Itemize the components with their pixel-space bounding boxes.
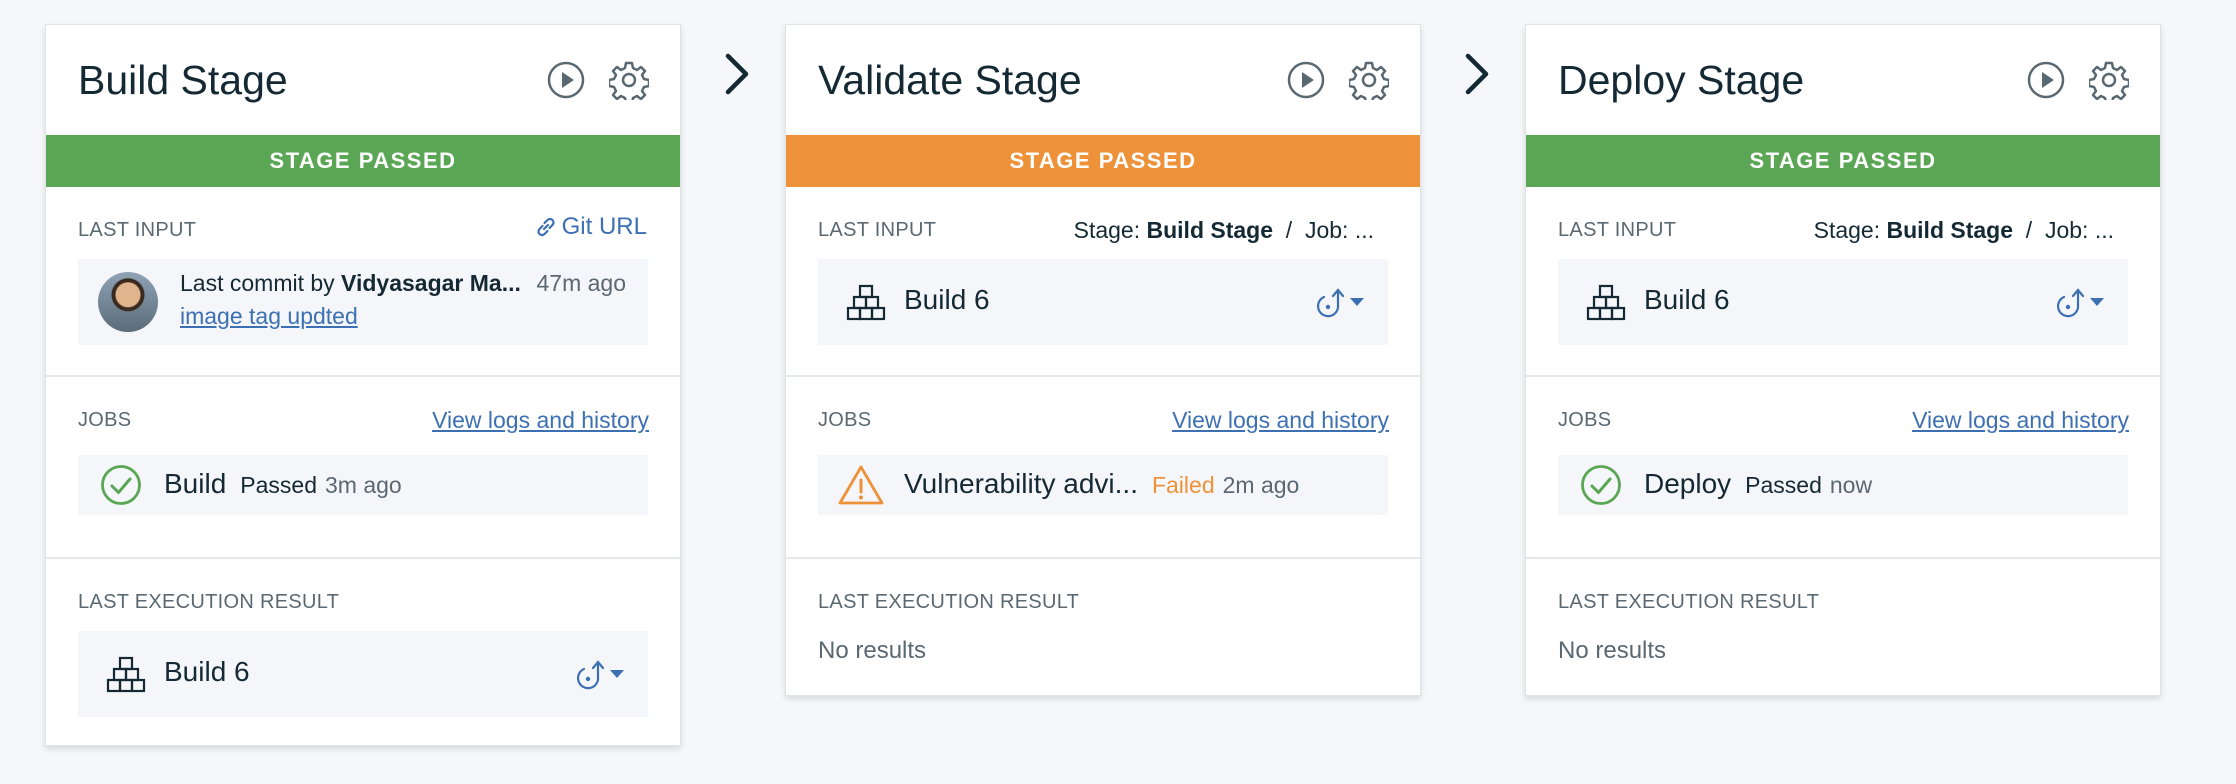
caret-down-icon xyxy=(610,670,624,678)
no-results-text: No results xyxy=(1558,637,1667,664)
view-logs-link[interactable]: View logs and history xyxy=(1172,407,1389,434)
job-info: Deploy Passed now xyxy=(1644,468,1872,500)
stage-card-deploy: Deploy Stage STAGE PASSED LAST INPUT Sta… xyxy=(1525,24,2161,696)
view-logs-link[interactable]: View logs and history xyxy=(1912,407,2129,434)
job-status: Failed xyxy=(1151,472,1215,498)
caret-down-icon xyxy=(2090,298,2104,306)
stage-status-bar: STAGE PASSED xyxy=(46,135,680,187)
play-icon[interactable] xyxy=(2026,60,2066,100)
commit-time: 47m ago xyxy=(536,270,626,296)
git-url-label: Git URL xyxy=(561,213,647,240)
stage-status-bar: STAGE PASSED xyxy=(786,135,1420,187)
last-input-section: LAST INPUT Git URL Last commit by Vidyas… xyxy=(46,187,680,377)
last-execution-label: LAST EXECUTION RESULT xyxy=(1558,591,1820,613)
artifact-name: Build 6 xyxy=(904,284,990,315)
rerun-dropdown[interactable] xyxy=(1314,285,1364,319)
git-url-link[interactable]: Git URL xyxy=(534,213,647,241)
input-stage-prefix: Stage: xyxy=(1813,217,1887,243)
jobs-label: JOBS xyxy=(1558,409,1612,431)
stage-header: Build Stage xyxy=(46,25,680,135)
last-input-label: LAST INPUT xyxy=(78,219,197,241)
job-info: Build Passed 3m ago xyxy=(164,468,402,500)
artifact-name: Build 6 xyxy=(1644,284,1730,315)
input-stage-job: Stage: Build Stage / Job: ... xyxy=(1814,217,2114,244)
input-artifact-box: Build 6 xyxy=(818,259,1388,345)
gear-icon[interactable] xyxy=(2089,60,2129,100)
artifact-name: Build 6 xyxy=(164,656,250,687)
job-status: Passed xyxy=(1745,472,1822,498)
job-row[interactable]: Vulnerability advi... Failed 2m ago xyxy=(818,455,1388,515)
jobs-section: JOBS View logs and history Vulnerability… xyxy=(786,377,1420,559)
caret-down-icon xyxy=(1350,298,1364,306)
jobs-label: JOBS xyxy=(78,409,132,431)
input-stage-name: Build Stage xyxy=(1146,217,1274,243)
check-circle-icon xyxy=(100,464,142,506)
job-name: Build xyxy=(164,468,227,499)
commit-prefix: Last commit by xyxy=(180,270,342,296)
play-icon[interactable] xyxy=(546,60,586,100)
last-input-label: LAST INPUT xyxy=(818,219,937,241)
stage-title: Build Stage xyxy=(78,57,288,103)
commit-message-link[interactable]: image tag updted xyxy=(180,303,358,330)
artifact-icon xyxy=(1586,283,1626,323)
rerun-icon xyxy=(2054,285,2084,319)
rerun-dropdown[interactable] xyxy=(574,657,624,691)
job-status: Passed xyxy=(240,472,317,498)
execution-artifact-box: Build 6 xyxy=(78,631,648,717)
gear-icon[interactable] xyxy=(1349,60,1389,100)
avatar xyxy=(98,272,158,332)
chevron-right-icon xyxy=(722,52,752,96)
gear-icon[interactable] xyxy=(609,60,649,100)
job-time: now xyxy=(1829,472,1873,498)
jobs-section: JOBS View logs and history Deploy Passed n… xyxy=(1526,377,2160,559)
warning-triangle-icon xyxy=(838,464,884,506)
job-time: 3m ago xyxy=(324,472,402,498)
job-row[interactable]: Build Passed 3m ago xyxy=(78,455,648,515)
last-input-section: LAST INPUT Stage: Build Stage / Job: ...… xyxy=(1526,187,2160,377)
last-input-section: LAST INPUT Stage: Build Stage / Job: ...… xyxy=(786,187,1420,377)
input-artifact-box: Build 6 xyxy=(1558,259,2128,345)
job-name: Deploy xyxy=(1644,468,1732,499)
check-circle-icon xyxy=(1580,464,1622,506)
job-row[interactable]: Deploy Passed now xyxy=(1558,455,2128,515)
chevron-right-icon xyxy=(1462,52,1492,96)
link-icon xyxy=(534,215,558,239)
last-execution-section: LAST EXECUTION RESULT No results xyxy=(786,559,1420,699)
stage-header: Deploy Stage xyxy=(1526,25,2160,135)
artifact-icon xyxy=(846,283,886,323)
stage-status-bar: STAGE PASSED xyxy=(1526,135,2160,187)
last-execution-section: LAST EXECUTION RESULT No results xyxy=(1526,559,2160,699)
stage-header: Validate Stage xyxy=(786,25,1420,135)
last-commit-box: Last commit by Vidyasagar Ma... 47m ago … xyxy=(78,259,648,345)
no-results-text: No results xyxy=(818,637,927,664)
play-icon[interactable] xyxy=(1286,60,1326,100)
jobs-label: JOBS xyxy=(818,409,872,431)
last-execution-section: LAST EXECUTION RESULT Build 6 xyxy=(46,559,680,749)
rerun-icon xyxy=(1314,285,1344,319)
commit-author-line: Last commit by Vidyasagar Ma... xyxy=(180,270,521,297)
last-execution-label: LAST EXECUTION RESULT xyxy=(78,591,340,613)
stage-title: Deploy Stage xyxy=(1558,57,1805,103)
artifact-icon xyxy=(106,655,146,695)
job-time: 2m ago xyxy=(1222,472,1300,498)
input-job: / Job: ... xyxy=(2013,217,2114,243)
last-input-label: LAST INPUT xyxy=(1558,219,1677,241)
commit-author: Vidyasagar Ma... xyxy=(341,270,521,296)
rerun-icon xyxy=(574,657,604,691)
job-info: Vulnerability advi... Failed 2m ago xyxy=(904,468,1299,500)
view-logs-link[interactable]: View logs and history xyxy=(432,407,649,434)
stage-card-validate: Validate Stage STAGE PASSED LAST INPUT S… xyxy=(785,24,1421,696)
input-job: / Job: ... xyxy=(1273,217,1374,243)
stage-title: Validate Stage xyxy=(818,57,1082,103)
input-stage-job: Stage: Build Stage / Job: ... xyxy=(1074,217,1374,244)
input-stage-name: Build Stage xyxy=(1886,217,2014,243)
jobs-section: JOBS View logs and history Build Passed 3m… xyxy=(46,377,680,559)
last-execution-label: LAST EXECUTION RESULT xyxy=(818,591,1080,613)
job-name: Vulnerability advi... xyxy=(904,468,1138,499)
input-stage-prefix: Stage: xyxy=(1073,217,1147,243)
stage-card-build: Build Stage STAGE PASSED LAST INPUT Git … xyxy=(45,24,681,746)
rerun-dropdown[interactable] xyxy=(2054,285,2104,319)
